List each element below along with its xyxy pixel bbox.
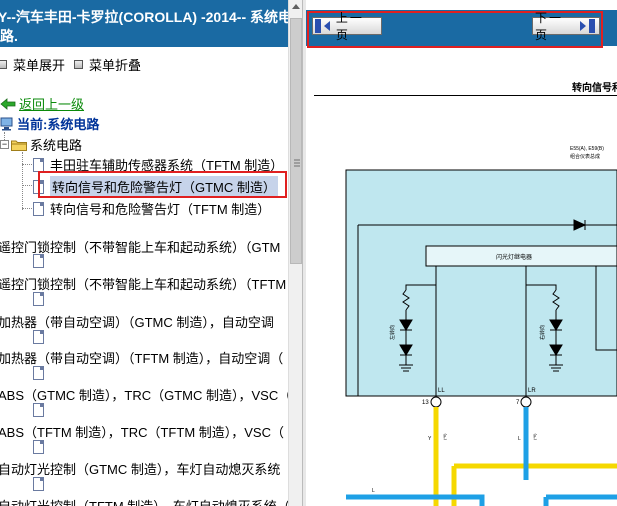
tree-item-remote-lock-tftm[interactable]: 遥控门锁控制（不带智能上车和起动系统）（TFTM xyxy=(0,274,286,293)
tree-item-label: 转向信号和危险警告灯（TFTM 制造） xyxy=(50,202,271,217)
back-arrow-icon xyxy=(0,97,16,110)
collapse-menu-label: 菜单折叠 xyxy=(89,57,142,73)
expand-icon xyxy=(0,59,7,69)
tree-folder-system-circuits[interactable]: − 系统电路 xyxy=(0,135,82,154)
document-title-line1: Y--汽车丰田-卡罗拉(COROLLA) -2014-- 系统电 xyxy=(0,9,288,25)
document-icon[interactable] xyxy=(33,292,44,306)
scrollbar-thumb[interactable] xyxy=(290,18,302,264)
tree-connector xyxy=(22,185,32,186)
right-lamp-label: 右转向 xyxy=(539,325,546,340)
grip-icon xyxy=(294,159,300,167)
document-icon[interactable] xyxy=(33,403,44,417)
tree-item-heater-gtmc[interactable]: 加热器（带自动空调）（GTMC 制造），自动空调 xyxy=(0,312,274,331)
expand-menu-button[interactable]: 菜单展开 xyxy=(0,56,66,73)
tree-item-turn-signal-tftm[interactable]: 转向信号和危险警告灯（TFTM 制造） xyxy=(33,199,270,218)
document-icon[interactable] xyxy=(33,440,44,454)
wire-right-tag: (*6) xyxy=(532,433,537,440)
navigation-pane: Y--汽车丰田-卡罗拉(COROLLA) -2014-- 系统电 路. 菜单展开… xyxy=(0,0,288,506)
wire-left-tag: (*6) xyxy=(442,433,447,440)
vertical-scrollbar[interactable] xyxy=(288,0,302,506)
expand-menu-label: 菜单展开 xyxy=(13,57,66,73)
scroll-up-icon[interactable] xyxy=(289,0,303,14)
tree-connector xyxy=(22,164,32,165)
tree-item-abs-gtmc[interactable]: ABS（GTMC 制造），TRC（GTMC 制造），VSC（ xyxy=(0,385,288,404)
wire-right-color: L xyxy=(518,436,521,442)
blue-wire-bottom xyxy=(346,494,485,506)
computer-icon xyxy=(0,117,14,131)
document-icon[interactable] xyxy=(33,366,44,380)
pin-left-name: LL xyxy=(438,388,445,394)
tree-connector xyxy=(22,152,23,210)
tree-connector xyxy=(22,208,32,209)
document-icon[interactable] xyxy=(33,477,44,491)
document-title-line2: 路. xyxy=(0,28,18,44)
pin-right-name: LR xyxy=(528,388,536,394)
selection-highlight xyxy=(38,171,287,198)
back-link[interactable]: 返回上一级 xyxy=(0,94,84,113)
module-name-label: 组合仪表总成 xyxy=(570,153,600,160)
tree-item-auto-light-gtmc[interactable]: 自动灯光控制（GTMC 制造），车灯自动熄灭系统（ xyxy=(0,459,288,478)
left-connector-pin xyxy=(430,396,442,408)
back-link-label: 返回上一级 xyxy=(19,97,85,112)
pin-right-number: 7 xyxy=(516,400,520,406)
document-title-bar: Y--汽车丰田-卡罗拉(COROLLA) -2014-- 系统电 路. xyxy=(0,0,288,47)
combination-meter-module xyxy=(345,169,617,397)
relay-label: 闪光灯继电器 xyxy=(496,253,532,261)
collapse-node-icon[interactable]: − xyxy=(0,140,9,149)
document-viewer: 上一页 下一页 转向信号和 E55(A), E59(B) 组合仪表总成 闪光灯继… xyxy=(306,0,617,506)
tree-item-heater-tftm[interactable]: 加热器（带自动空调）（TFTM 制造），自动空调（ xyxy=(0,348,283,367)
bottom-wire-label: L xyxy=(372,488,375,494)
pin-left-number: 13 xyxy=(422,400,429,406)
document-icon[interactable] xyxy=(33,254,44,268)
folder-icon xyxy=(11,139,27,151)
collapse-menu-button[interactable]: 菜单折叠 xyxy=(74,56,142,73)
tree-folder-label: 系统电路 xyxy=(30,138,83,153)
tree-item-abs-tftm[interactable]: ABS（TFTM 制造），TRC（TFTM 制造），VSC（ xyxy=(0,422,284,441)
collapse-icon xyxy=(74,59,83,69)
document-icon[interactable] xyxy=(33,330,44,344)
current-location: 当前:系统电路 xyxy=(0,114,99,133)
document-icon xyxy=(33,201,44,216)
module-code-label: E55(A), E59(B) xyxy=(570,146,604,152)
tree-item-auto-light-tftm[interactable]: 自动灯光控制（TFTM 制造），车灯自动熄灭系统（ xyxy=(0,496,288,506)
right-connector-pin xyxy=(520,396,532,408)
left-lamp-label: 左转向 xyxy=(389,325,396,340)
wire-left-color: Y xyxy=(428,436,432,442)
current-location-label: 当前:系统电路 xyxy=(17,117,100,132)
document-icon xyxy=(33,157,44,172)
